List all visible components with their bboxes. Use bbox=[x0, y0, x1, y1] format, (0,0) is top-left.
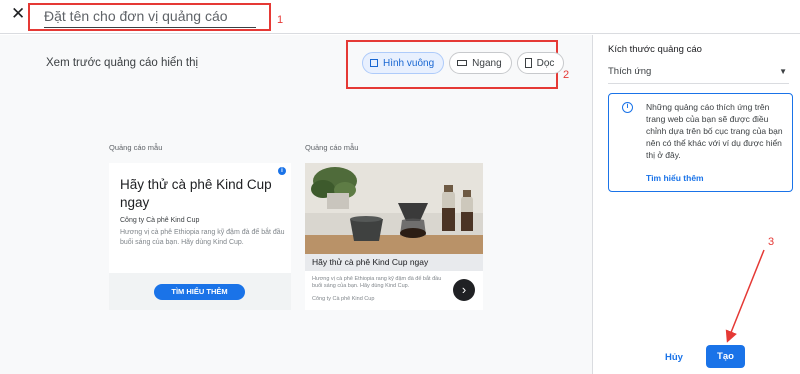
chip-landscape-label: Ngang bbox=[472, 57, 502, 69]
ad-footer: TÌM HIỂU THÊM bbox=[109, 273, 291, 310]
shape-chip-group: Hình vuông Ngang Dọc bbox=[362, 52, 565, 74]
sample-ad-card-image: Hãy thử cà phê Kind Cup ngay Hương vị cà… bbox=[305, 163, 483, 310]
ad-company: Công ty Cà phê Kind Cup bbox=[312, 296, 375, 302]
ad-size-select[interactable]: Thích ứng ▼ bbox=[608, 62, 789, 84]
annotation-label-3: 3 bbox=[768, 236, 775, 248]
chip-landscape[interactable]: Ngang bbox=[449, 52, 512, 74]
preview-area: Xem trước quảng cáo hiển thị 2 Hình vuôn… bbox=[0, 35, 592, 374]
sample-ad-label-2: Quảng cáo mẫu bbox=[305, 143, 359, 152]
annotation-box-1 bbox=[28, 3, 271, 31]
chip-portrait-label: Dọc bbox=[536, 57, 555, 69]
preview-label: Xem trước quảng cáo hiển thị bbox=[46, 57, 199, 69]
settings-panel: Kích thước quảng cáo Thích ứng ▼ i Những… bbox=[592, 35, 800, 374]
ad-company: Công ty Cà phê Kind Cup bbox=[120, 217, 200, 224]
chip-square[interactable]: Hình vuông bbox=[362, 52, 445, 74]
annotation-label-1: 1 bbox=[277, 14, 284, 26]
square-icon bbox=[370, 59, 378, 67]
chip-portrait[interactable]: Dọc bbox=[516, 52, 565, 74]
chevron-right-icon[interactable]: › bbox=[453, 279, 475, 301]
sample-ad-card-text: i Hãy thử cà phê Kind Cup ngay Công ty C… bbox=[109, 163, 291, 310]
learn-more-link[interactable]: Tìm hiểu thêm bbox=[646, 173, 704, 183]
coffee-product-image bbox=[305, 163, 483, 254]
ad-choices-icon[interactable]: i bbox=[278, 167, 286, 175]
ad-description: Hương vị cà phê Ethiopia rang kỹ đậm đà … bbox=[120, 229, 285, 246]
chip-square-label: Hình vuông bbox=[383, 57, 435, 69]
info-box: i Những quảng cáo thích ứng trên trang w… bbox=[608, 93, 793, 192]
sample-ad-label-1: Quảng cáo mẫu bbox=[109, 143, 163, 152]
dropdown-caret-icon: ▼ bbox=[779, 67, 787, 76]
close-icon[interactable]: ✕ bbox=[11, 5, 25, 23]
top-bar: ✕ Đặt tên cho đơn vị quảng cáo 1 bbox=[0, 0, 800, 34]
ad-size-heading: Kích thước quảng cáo bbox=[608, 44, 702, 55]
ad-title: Hãy thử cà phê Kind Cup ngay bbox=[120, 177, 272, 210]
landscape-icon bbox=[457, 60, 468, 66]
ad-size-value: Thích ứng bbox=[608, 66, 652, 77]
ad-title: Hãy thử cà phê Kind Cup ngay bbox=[305, 254, 483, 271]
ad-description: Hương vị cà phê Ethiopia rang kỹ đậm đà … bbox=[312, 276, 442, 289]
info-text: Những quảng cáo thích ứng trên trang web… bbox=[646, 102, 783, 160]
learn-more-button[interactable]: TÌM HIỂU THÊM bbox=[154, 284, 245, 300]
cancel-button[interactable]: Hủy bbox=[665, 352, 683, 363]
info-icon: i bbox=[622, 102, 633, 113]
create-button[interactable]: Tạo bbox=[706, 345, 745, 368]
portrait-icon bbox=[524, 58, 532, 68]
